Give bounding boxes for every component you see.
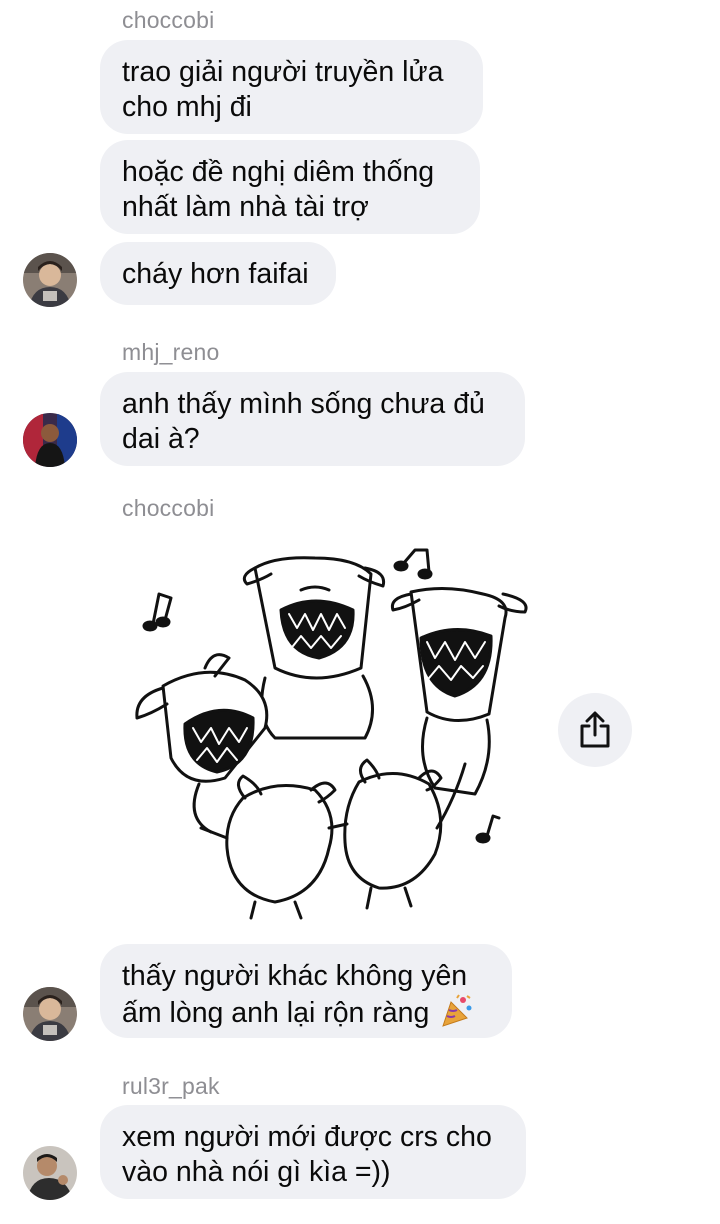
- message-text: xem người mới được crs cho: [122, 1121, 492, 1153]
- message-bubble[interactable]: thấy người khác không yên ấm lòng anh lạ…: [100, 944, 512, 1038]
- message-text: nhất làm nhà tài trợ: [122, 191, 369, 223]
- avatar[interactable]: [23, 1146, 77, 1200]
- message-text: anh thấy mình sống chưa đủ: [122, 388, 485, 420]
- message-text: ấm lòng anh lại rộn ràng: [122, 997, 430, 1029]
- sender-name: choccobi: [122, 495, 215, 521]
- message-bubble[interactable]: xem người mới được crs cho vào nhà nói g…: [100, 1105, 526, 1199]
- share-icon: [580, 711, 610, 748]
- music-note-icon: [142, 592, 173, 632]
- message-text: trao giải người truyền lửa: [122, 56, 444, 88]
- message-bubble[interactable]: cháy hơn faifai: [100, 242, 336, 305]
- message-text: dai à?: [122, 423, 200, 455]
- music-note-icon: [393, 548, 433, 580]
- message-bubble[interactable]: trao giải người truyền lửa cho mhj đi: [100, 40, 483, 134]
- music-note-icon: [475, 814, 501, 844]
- message-bubble[interactable]: hoặc đề nghị diêm thống nhất làm nhà tài…: [100, 140, 480, 234]
- avatar[interactable]: [23, 987, 77, 1041]
- message-text: cho mhj đi: [122, 91, 252, 123]
- message-text: cháy hơn faifai: [122, 258, 309, 290]
- message-text: vào nhà nói gì kìa =)): [122, 1156, 391, 1188]
- share-button[interactable]: [558, 693, 632, 767]
- dancing-dogs-sticker[interactable]: [115, 528, 545, 938]
- message-text: thấy người khác không yên: [122, 960, 468, 992]
- party-popper-emoji: [442, 994, 472, 1027]
- avatar[interactable]: [23, 253, 77, 307]
- message-bubble[interactable]: anh thấy mình sống chưa đủ dai à?: [100, 372, 525, 466]
- sender-name: choccobi: [122, 7, 215, 33]
- avatar[interactable]: [23, 413, 77, 467]
- sender-name: rul3r_pak: [122, 1073, 220, 1099]
- sender-name: mhj_reno: [122, 339, 220, 365]
- message-text: hoặc đề nghị diêm thống: [122, 156, 435, 188]
